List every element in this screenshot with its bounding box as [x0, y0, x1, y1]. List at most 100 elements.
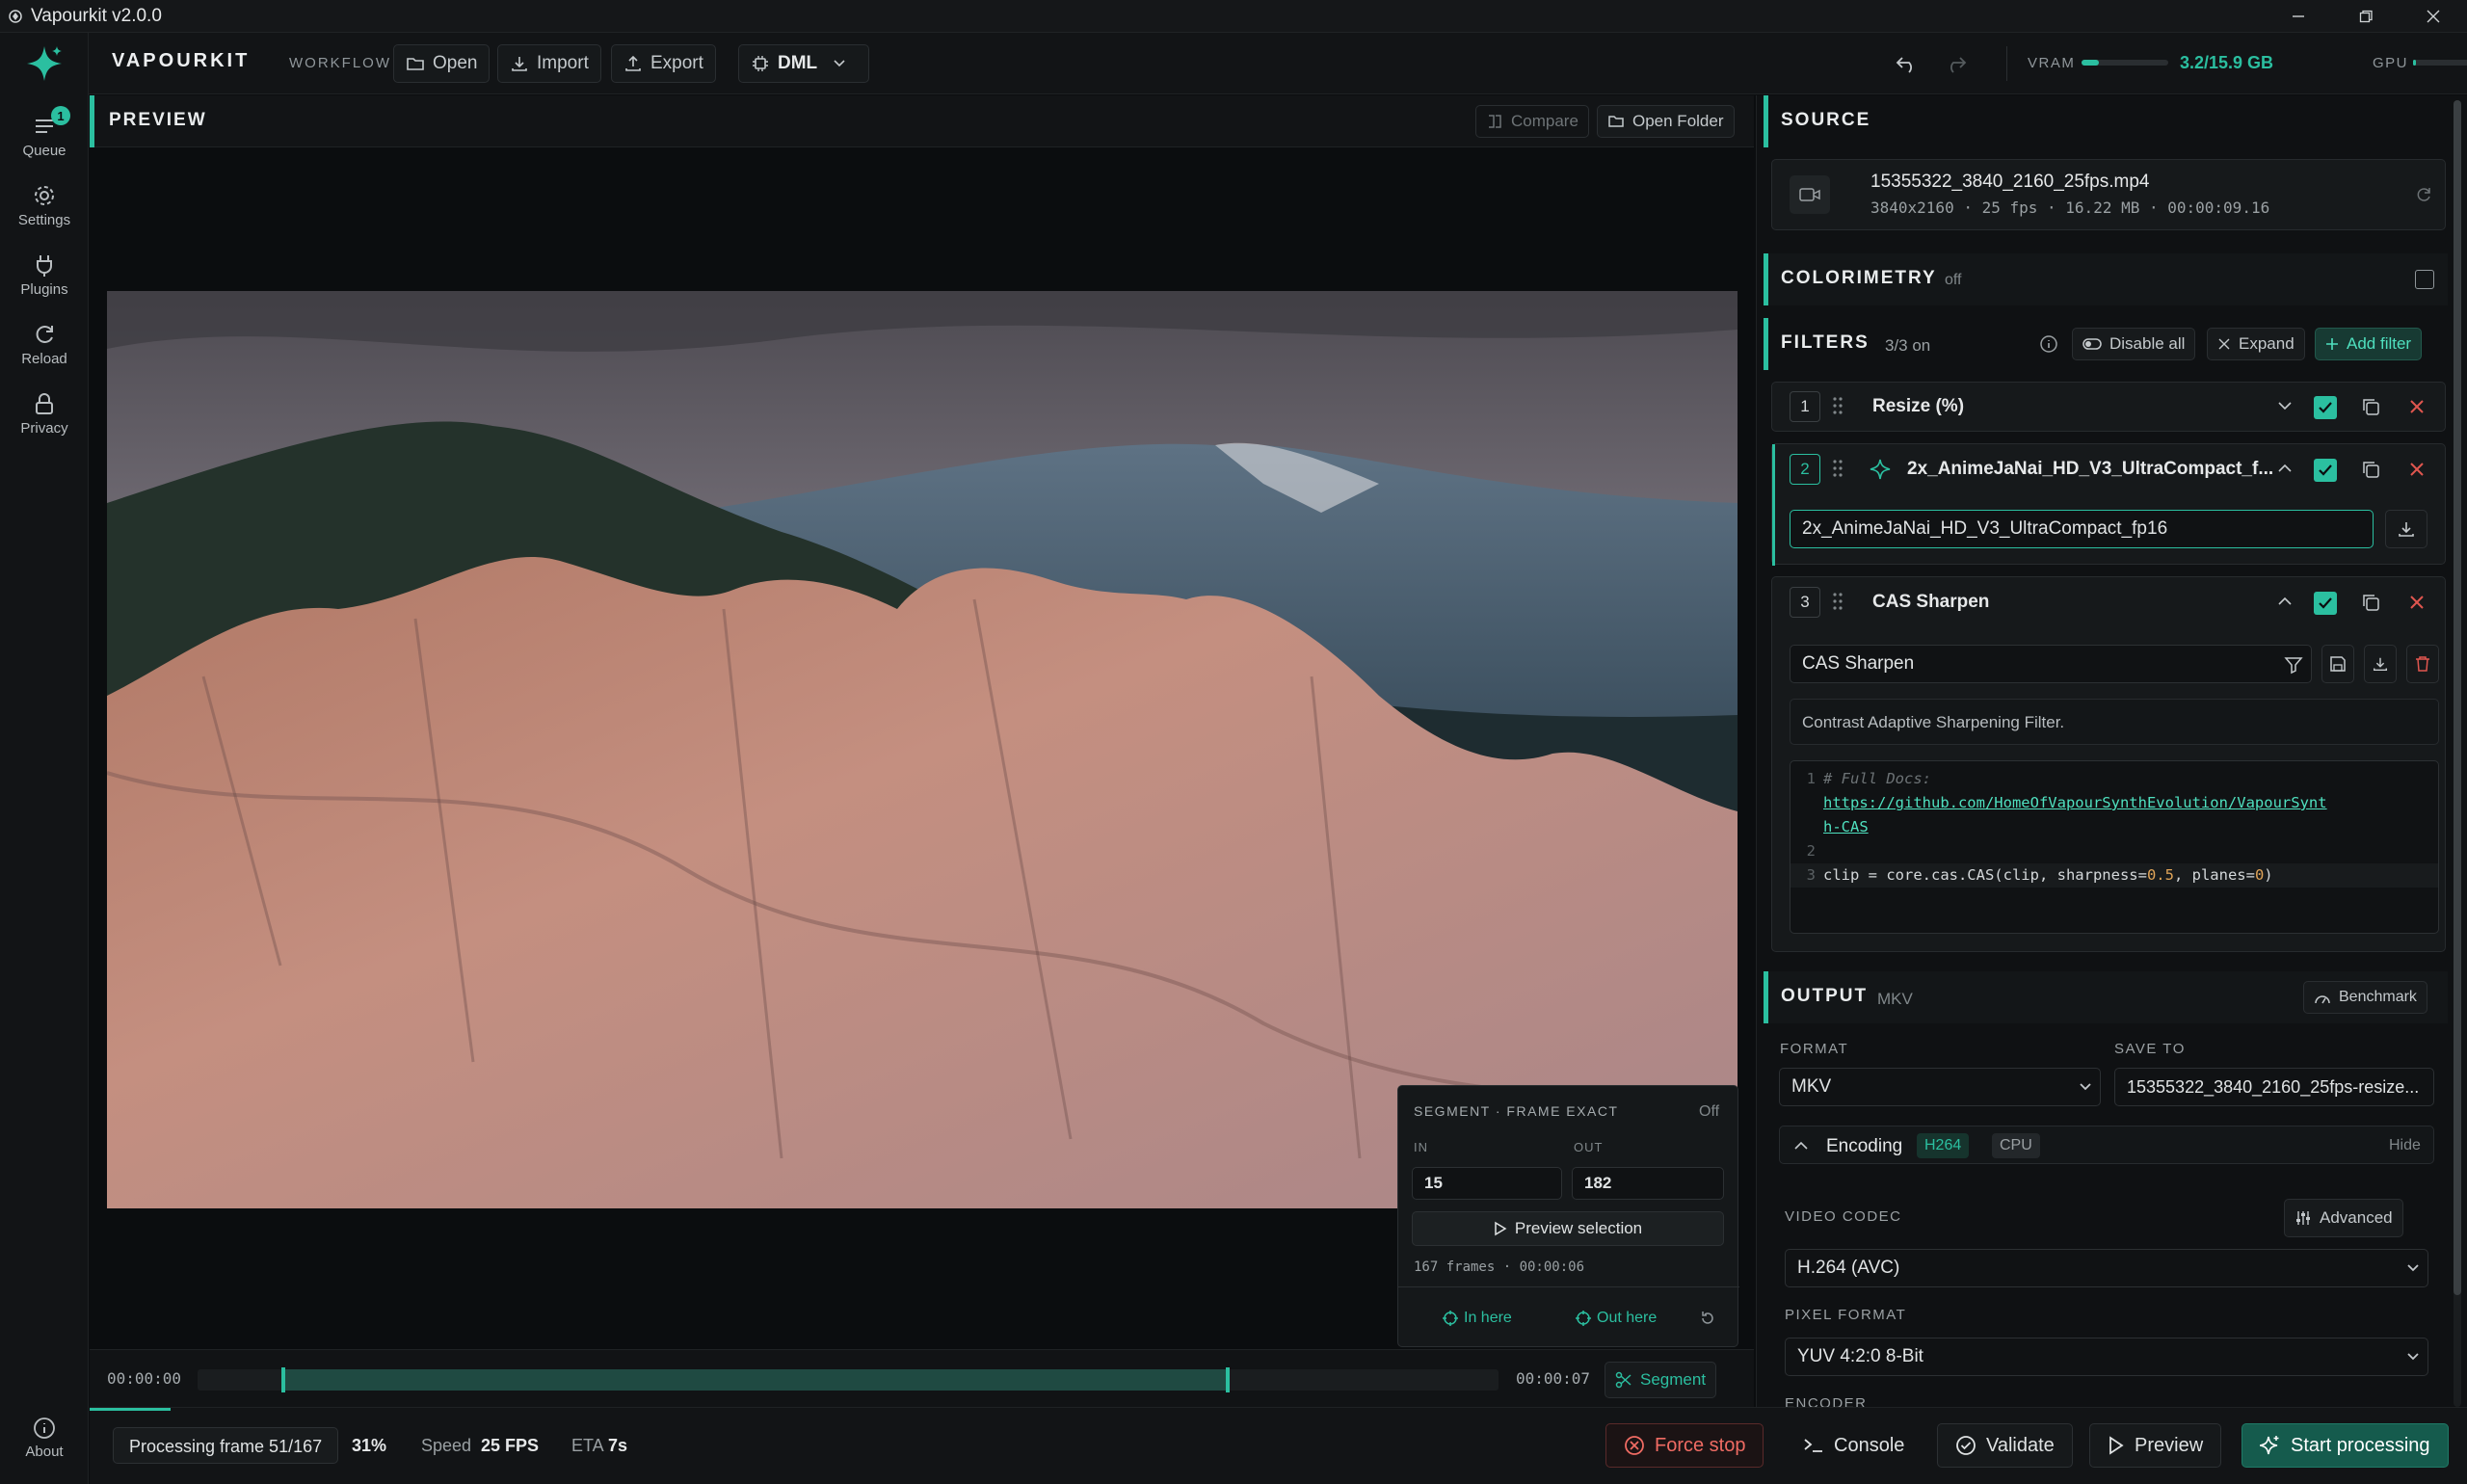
model-path-input[interactable]: 2x_AnimeJaNai_HD_V3_UltraCompact_fp16: [1790, 510, 2374, 548]
advanced-button[interactable]: Advanced: [2284, 1199, 2403, 1237]
add-filter-button[interactable]: Add filter: [2315, 328, 2423, 360]
disable-all-button[interactable]: Disable all: [2072, 328, 2196, 360]
duplicate-filter-button[interactable]: [2360, 459, 2381, 480]
minimize-button[interactable]: [2265, 0, 2332, 33]
preview-title: PREVIEW: [109, 110, 207, 130]
processing-progress-bar: [90, 1408, 172, 1411]
scrollbar-thumb[interactable]: [2454, 100, 2461, 1295]
delete-preset-button[interactable]: [2406, 645, 2439, 683]
filter-number: 3: [1790, 587, 1820, 618]
drag-handle-icon[interactable]: [1832, 396, 1844, 415]
remove-filter-button[interactable]: [2408, 461, 2426, 478]
video-codec-label: VIDEO CODEC: [1785, 1208, 1902, 1225]
open-button[interactable]: Open: [393, 44, 491, 83]
video-codec-select[interactable]: H.264 (AVC): [1785, 1249, 2428, 1287]
source-file-card[interactable]: 15355322_3840_2160_25fps.mp4 3840x2160 ·…: [1771, 159, 2446, 230]
benchmark-label: Benchmark: [2339, 989, 2417, 1005]
save-to-input[interactable]: 15355322_3840_2160_25fps-resize...: [2114, 1068, 2434, 1106]
sidebar-item-privacy[interactable]: Privacy: [0, 391, 89, 437]
sidebar-item-about[interactable]: About: [0, 1417, 89, 1460]
segment-in-handle[interactable]: [281, 1367, 286, 1392]
timeline-segment-range: [283, 1369, 1229, 1391]
colorimetry-checkbox[interactable]: [2415, 270, 2434, 289]
remove-filter-button[interactable]: [2408, 594, 2426, 611]
save-preset-button[interactable]: [2321, 645, 2354, 683]
out-here-button[interactable]: Out here: [1576, 1310, 1657, 1327]
hide-encoding-button[interactable]: Hide: [2389, 1137, 2421, 1154]
accent-bar: [1764, 95, 1768, 147]
play-icon: [2108, 1436, 2125, 1455]
filter-enabled-checkbox[interactable]: [2314, 459, 2337, 482]
export-button[interactable]: Export: [611, 44, 716, 83]
console-button[interactable]: Console: [1785, 1423, 1923, 1468]
code-text: clip = core.cas.CAS(clip, sharpness=: [1823, 866, 2147, 884]
docs-link[interactable]: h-CAS: [1823, 815, 1869, 839]
undo-button[interactable]: [1895, 52, 1920, 75]
import-button[interactable]: Import: [497, 44, 601, 83]
drag-handle-icon[interactable]: [1832, 592, 1844, 611]
refresh-source-button[interactable]: [2414, 185, 2433, 204]
undo-icon: [1895, 52, 1920, 75]
force-stop-button[interactable]: Force stop: [1605, 1423, 1764, 1468]
right-panel-scrollbar[interactable]: [2454, 100, 2461, 1407]
sidebar-item-settings[interactable]: Settings: [0, 183, 89, 228]
sidebar-item-plugins[interactable]: Plugins: [0, 252, 89, 298]
open-folder-button[interactable]: Open Folder: [1597, 105, 1735, 138]
filter-item[interactable]: 1 Resize (%): [1771, 382, 2446, 432]
filter-enabled-checkbox[interactable]: [2314, 592, 2337, 615]
encoding-codec-tag: H264: [1917, 1133, 1970, 1158]
expand-button[interactable]: Expand: [2207, 328, 2305, 360]
pixel-format-select[interactable]: YUV 4:2:0 8-Bit: [1785, 1338, 2428, 1376]
out-here-label: Out here: [1597, 1310, 1658, 1326]
duplicate-filter-button[interactable]: [2360, 396, 2381, 417]
close-icon: [2426, 9, 2441, 24]
download-model-button[interactable]: [2385, 510, 2427, 548]
reset-segment-button[interactable]: [1699, 1310, 1716, 1327]
colorimetry-header[interactable]: COLORIMETRY off: [1764, 253, 2448, 305]
sidebar-item-reload[interactable]: Reload: [0, 322, 89, 367]
out-frame-input[interactable]: 182: [1572, 1167, 1724, 1200]
import-preset-button[interactable]: [2364, 645, 2397, 683]
drag-handle-icon[interactable]: [1832, 459, 1844, 478]
chevron-up-icon: [2277, 463, 2293, 474]
filters-info-button[interactable]: [2039, 334, 2058, 354]
remove-filter-button[interactable]: [2408, 398, 2426, 415]
filter-enabled-checkbox[interactable]: [2314, 396, 2337, 419]
code-line: https://github.com/HomeOfVapourSynthEvol…: [1791, 791, 2438, 815]
timeline-track[interactable]: [198, 1367, 1499, 1392]
speed-label: Speed: [421, 1436, 472, 1455]
save-to-label: SAVE TO: [2114, 1041, 2186, 1057]
segment-state[interactable]: Off: [1699, 1103, 1719, 1121]
filter-item[interactable]: 2 2x_AnimeJaNai_HD_V3_UltraCompact_f... …: [1771, 443, 2446, 566]
redo-button[interactable]: [1943, 52, 1968, 75]
duplicate-filter-button[interactable]: [2360, 592, 2381, 613]
format-select[interactable]: MKV: [1779, 1068, 2101, 1106]
segment-out-handle[interactable]: [1226, 1367, 1231, 1392]
encoding-section-toggle[interactable]: Encoding H264 CPU Hide: [1779, 1126, 2434, 1164]
validate-button[interactable]: Validate: [1937, 1423, 2073, 1468]
compare-button[interactable]: Compare: [1475, 105, 1589, 138]
maximize-button[interactable]: [2332, 0, 2400, 33]
collapse-toggle[interactable]: [2277, 463, 2293, 474]
start-processing-button[interactable]: Start processing: [2242, 1423, 2449, 1468]
segment-button[interactable]: Segment: [1605, 1362, 1717, 1398]
play-icon: [1494, 1221, 1507, 1236]
filters-count: 3/3 on: [1885, 336, 1931, 355]
in-frame-input[interactable]: 15: [1412, 1167, 1562, 1200]
accent-bar: [1772, 444, 1775, 566]
benchmark-button[interactable]: Benchmark: [2303, 981, 2427, 1014]
preview-button[interactable]: Preview: [2089, 1423, 2222, 1468]
filter-item[interactable]: 3 CAS Sharpen CAS Sharpen Contrast Adapt…: [1771, 576, 2446, 952]
preview-selection-button[interactable]: Preview selection: [1412, 1211, 1724, 1246]
sidebar-item-queue[interactable]: 1 Queue: [0, 106, 89, 159]
in-here-button[interactable]: In here: [1443, 1310, 1512, 1327]
source-meta: 3840x2160 · 25 fps · 16.22 MB · 00:00:09…: [1870, 199, 2270, 217]
collapse-toggle[interactable]: [2277, 400, 2293, 411]
collapse-toggle[interactable]: [2277, 596, 2293, 607]
colorimetry-state: off: [1945, 272, 1962, 288]
code-editor[interactable]: 1 # Full Docs: https://github.com/HomeOfV…: [1790, 760, 2439, 934]
close-window-button[interactable]: [2400, 0, 2467, 33]
filter-preset-select[interactable]: CAS Sharpen: [1790, 645, 2312, 683]
docs-link[interactable]: https://github.com/HomeOfVapourSynthEvol…: [1823, 791, 2327, 815]
backend-select[interactable]: DML: [738, 44, 869, 83]
